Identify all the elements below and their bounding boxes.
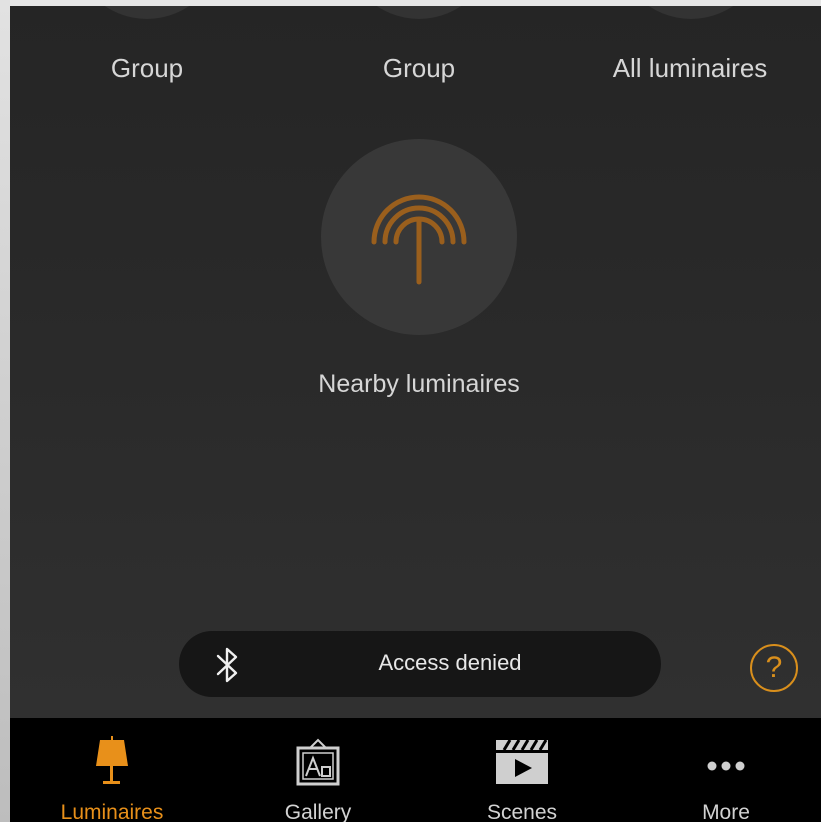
bluetooth-icon — [216, 647, 238, 683]
all-luminaires-label[interactable]: All luminaires — [580, 53, 800, 84]
tab-gallery-label: Gallery — [284, 801, 352, 822]
bottom-tab-bar: Luminaires Gallery Scenes More — [10, 718, 821, 822]
picture-frame-icon — [296, 738, 340, 786]
clapperboard-icon — [496, 739, 548, 784]
group-circle-2[interactable] — [344, 6, 494, 19]
tab-more-label: More — [702, 801, 750, 822]
group-label-1[interactable]: Group — [37, 53, 257, 84]
all-luminaires-circle[interactable] — [616, 6, 766, 19]
access-status-pill[interactable]: Access denied — [179, 631, 661, 697]
lamp-icon — [96, 736, 128, 784]
window-frame-left — [0, 0, 10, 822]
tab-more[interactable]: More — [626, 718, 821, 822]
tab-scenes[interactable]: Scenes — [422, 718, 622, 822]
tab-luminaires[interactable]: Luminaires — [12, 718, 212, 822]
app-screen: Group Group All luminaires Nearby lumina… — [10, 6, 821, 822]
tab-scenes-label: Scenes — [486, 801, 558, 822]
help-button[interactable]: ? — [750, 644, 798, 692]
group-circle-1[interactable] — [72, 6, 222, 19]
tab-gallery[interactable]: Gallery — [218, 718, 418, 822]
tab-luminaires-label: Luminaires — [60, 801, 164, 822]
group-label-2[interactable]: Group — [309, 53, 529, 84]
nearby-luminaires-button[interactable] — [321, 139, 517, 335]
nearby-luminaires-label[interactable]: Nearby luminaires — [219, 370, 619, 399]
access-status-message: Access denied — [378, 650, 522, 675]
antenna-signal-icon — [371, 194, 467, 285]
luminaires-content: Group Group All luminaires Nearby lumina… — [10, 6, 821, 718]
more-dots-icon — [707, 761, 745, 771]
